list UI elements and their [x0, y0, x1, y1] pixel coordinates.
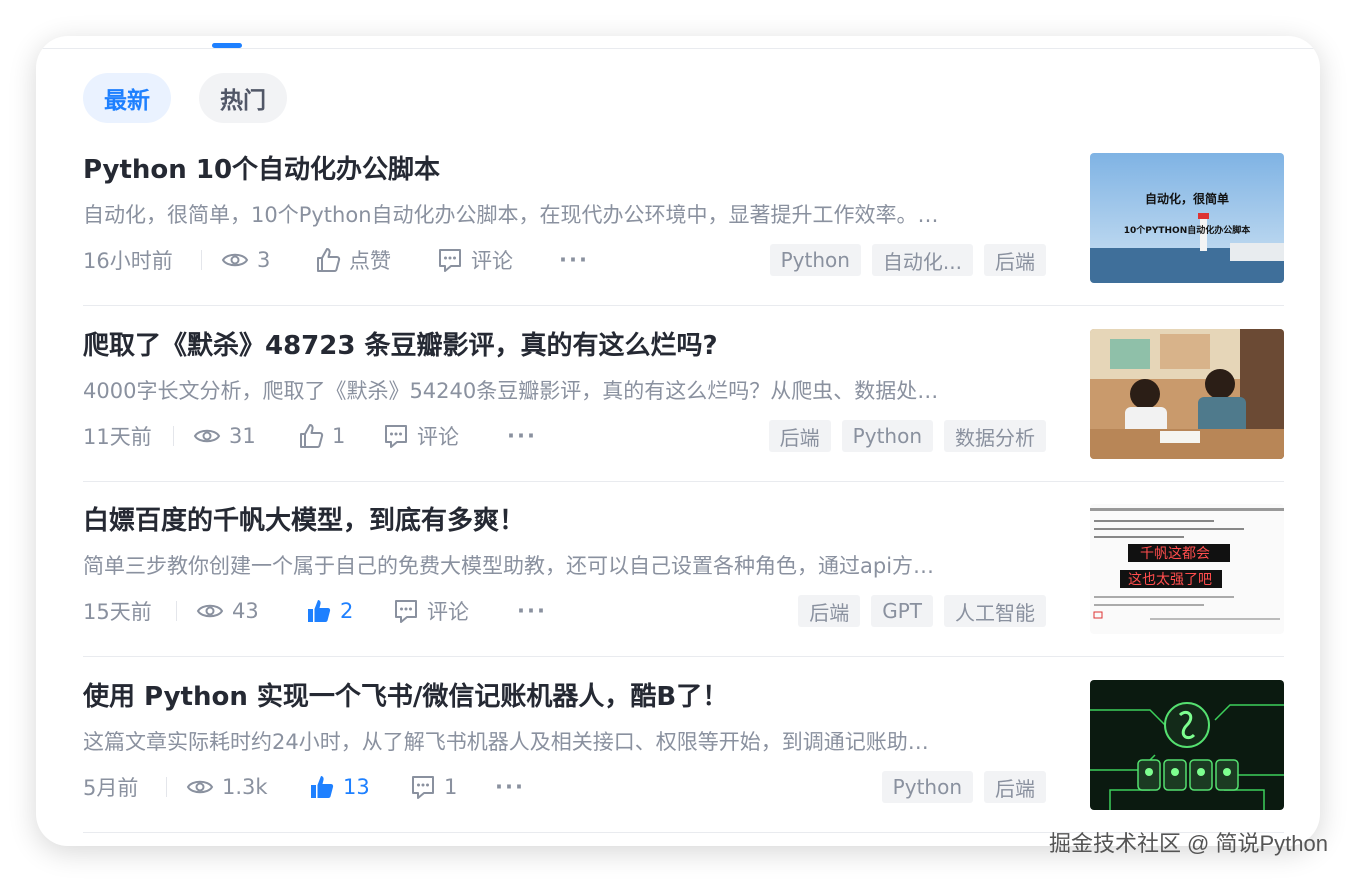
- thumb-line-2: 10个PYTHON自动化办公脚本: [1124, 224, 1251, 236]
- meta-divider: [201, 250, 202, 270]
- comment-icon: [395, 600, 417, 623]
- article-title[interactable]: 爬取了《默杀》48723 条豆瓣影评，真的有这么烂吗?: [83, 325, 718, 362]
- comment-icon: [439, 249, 461, 272]
- article-item[interactable]: 白嫖百度的千帆大模型，到底有多爽！ 简单三步教你创建一个属于自己的免费大模型助教…: [83, 482, 1284, 657]
- thumb-line-2: 这也太强了吧: [1128, 571, 1212, 588]
- nav-underline: [36, 48, 1320, 49]
- tag[interactable]: 后端: [798, 595, 861, 627]
- like-value: 13: [343, 775, 370, 799]
- article-item[interactable]: Python 10个自动化办公脚本 自动化，很简单，10个Python自动化办公…: [83, 131, 1284, 306]
- article-title[interactable]: 使用 Python 实现一个飞书/微信记账机器人，酷B了！: [83, 676, 728, 713]
- more-button[interactable]: ···: [495, 770, 525, 804]
- more-button[interactable]: ···: [507, 419, 537, 453]
- views-value: 3: [257, 248, 271, 272]
- watermark: 掘金技术社区 @ 简说Python: [1048, 831, 1328, 856]
- thumb-line-1: 千帆这都会: [1140, 545, 1210, 562]
- tag[interactable]: 后端: [768, 420, 831, 452]
- like-button[interactable]: 13: [309, 770, 370, 804]
- tag[interactable]: Python: [769, 244, 861, 276]
- article-abstract[interactable]: 简单三步教你创建一个属于自己的免费大模型助教，还可以自己设置各种角色，通过api…: [83, 550, 1033, 580]
- thumbs-up-filled-icon: [308, 600, 331, 622]
- meta-divider: [173, 426, 174, 446]
- article-thumbnail[interactable]: [1090, 680, 1284, 810]
- article-abstract[interactable]: 自动化，很简单，10个Python自动化办公脚本，在现代办公环境中，显著提升工作…: [83, 199, 1033, 229]
- article-thumbnail[interactable]: 千帆这都会 这也太强了吧: [1090, 504, 1284, 634]
- article-divider: [83, 305, 1284, 306]
- views-count: 43: [196, 594, 259, 628]
- tag[interactable]: 后端: [984, 771, 1046, 803]
- comment-button[interactable]: 1: [410, 770, 457, 804]
- tag-list: 后端 Python 数据分析: [768, 419, 1046, 453]
- publish-time: 11天前: [83, 425, 152, 449]
- comment-button[interactable]: 评论: [437, 243, 513, 277]
- like-button[interactable]: 1: [298, 419, 345, 453]
- tag-list: Python 自动化... 后端: [769, 243, 1046, 277]
- comment-button[interactable]: 评论: [383, 419, 459, 453]
- thumb-line-1: 自动化，很简单: [1145, 191, 1229, 206]
- comment-label: 评论: [427, 600, 469, 624]
- comment-value: 1: [444, 775, 458, 799]
- article-abstract[interactable]: 这篇文章实际耗时约24小时，从了解飞书机器人及相关接口、权限等开始，到调通记账助…: [83, 726, 1033, 756]
- publish-time: 16小时前: [83, 249, 173, 273]
- views-count: 1.3k: [186, 770, 268, 804]
- article-meta: 11天前 31 1 评论 ··· 后端 Python 数据分析: [83, 419, 1046, 453]
- tab-latest[interactable]: 最新: [83, 73, 171, 123]
- tag[interactable]: 后端: [984, 244, 1046, 276]
- tag-list: 后端 GPT 人工智能: [798, 594, 1046, 628]
- comment-label: 评论: [417, 425, 459, 449]
- tag[interactable]: 数据分析: [944, 420, 1046, 452]
- views-value: 43: [232, 599, 259, 623]
- like-button[interactable]: 2: [306, 594, 353, 628]
- views-count: 3: [221, 243, 270, 277]
- thumbs-up-icon: [300, 424, 324, 448]
- tab-hot[interactable]: 热门: [199, 73, 287, 123]
- tag[interactable]: Python: [841, 420, 933, 452]
- eye-icon: [193, 429, 221, 443]
- article-thumbnail[interactable]: 自动化，很简单 10个PYTHON自动化办公脚本: [1090, 153, 1284, 283]
- tag[interactable]: 自动化...: [871, 244, 973, 276]
- views-value: 1.3k: [222, 775, 268, 799]
- comment-button[interactable]: 评论: [393, 594, 469, 628]
- more-button[interactable]: ···: [559, 243, 589, 277]
- views-count: 31: [193, 419, 256, 453]
- filter-tabs: 最新 热门: [83, 73, 287, 123]
- article-meta: 5月前 1.3k 13 1 ··· Python 后端: [83, 770, 1046, 804]
- tag[interactable]: 人工智能: [944, 595, 1046, 627]
- like-button[interactable]: 点赞: [315, 243, 391, 277]
- article-title[interactable]: 白嫖百度的千帆大模型，到底有多爽！: [83, 500, 525, 537]
- article-item[interactable]: 爬取了《默杀》48723 条豆瓣影评，真的有这么烂吗? 4000字长文分析，爬取…: [83, 307, 1284, 482]
- article-abstract[interactable]: 4000字长文分析，爬取了《默杀》54240条豆瓣影评，真的有这么烂吗？从爬虫、…: [83, 375, 1033, 405]
- views-value: 31: [229, 424, 256, 448]
- comment-label: 评论: [471, 249, 513, 273]
- article-meta: 15天前 43 2 评论 ··· 后端 GPT 人工智能: [83, 594, 1046, 628]
- like-value: 2: [340, 599, 354, 623]
- eye-icon: [186, 780, 214, 794]
- publish-time: 5月前: [83, 776, 139, 800]
- article-item[interactable]: 使用 Python 实现一个飞书/微信记账机器人，酷B了！ 这篇文章实际耗时约2…: [83, 658, 1284, 833]
- tag[interactable]: Python: [881, 771, 973, 803]
- meta-divider: [176, 601, 177, 621]
- article-meta: 16小时前 3 点赞 评论 ··· Python 自动化... 后端: [83, 243, 1046, 277]
- thumbs-up-filled-icon: [311, 776, 334, 798]
- publish-time: 15天前: [83, 600, 152, 624]
- meta-divider: [166, 777, 167, 797]
- article-divider: [83, 656, 1284, 657]
- article-title[interactable]: Python 10个自动化办公脚本: [83, 149, 440, 186]
- like-label: 点赞: [349, 249, 391, 273]
- comment-icon: [412, 776, 434, 799]
- active-nav-indicator: [212, 43, 242, 48]
- thumbs-up-icon: [317, 248, 341, 272]
- article-feed-card: 最新 热门 Python 10个自动化办公脚本 自动化，很简单，10个Pytho…: [36, 36, 1320, 846]
- tag-list: Python 后端: [881, 770, 1046, 804]
- comment-icon: [385, 425, 407, 448]
- like-value: 1: [332, 424, 346, 448]
- eye-icon: [221, 253, 249, 267]
- article-thumbnail[interactable]: [1090, 329, 1284, 459]
- eye-icon: [196, 604, 224, 618]
- tag[interactable]: GPT: [871, 595, 933, 627]
- more-button[interactable]: ···: [517, 594, 547, 628]
